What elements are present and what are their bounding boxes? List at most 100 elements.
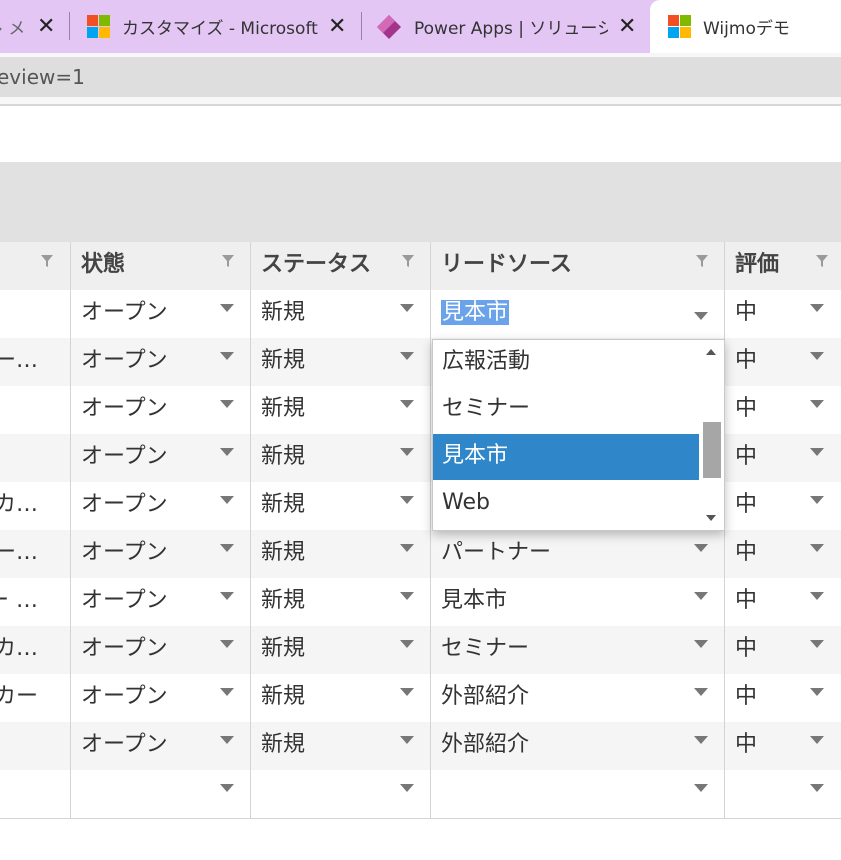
dropdown-arrow-icon[interactable] — [400, 688, 414, 696]
table-row[interactable]: ー … オープン 新規 見本市 中 — [0, 578, 841, 627]
dropdown-arrow-icon[interactable] — [220, 448, 234, 456]
cell-state[interactable]: オープン — [71, 530, 251, 578]
filter-icon[interactable] — [40, 254, 54, 268]
cell-status[interactable]: 新規 — [251, 338, 431, 386]
cell-status[interactable] — [251, 770, 431, 818]
dropdown-arrow-icon[interactable] — [400, 304, 414, 312]
cell-status[interactable]: 新規 — [251, 530, 431, 578]
dropdown-arrow-icon[interactable] — [220, 592, 234, 600]
dropdown-arrow-icon[interactable] — [220, 304, 234, 312]
dropdown-arrow-icon[interactable] — [220, 496, 234, 504]
cell-name[interactable] — [0, 434, 71, 482]
cell-name[interactable]: ーカ… — [0, 626, 71, 674]
table-row[interactable]: オープン 新規 外部紹介 中 — [0, 722, 841, 771]
browser-tab-1[interactable]: › メ ✕ — [0, 0, 68, 53]
cell-state[interactable]: オープン — [71, 674, 251, 722]
cell-name[interactable]: ーカ… — [0, 482, 71, 530]
dropdown-arrow-icon[interactable] — [810, 496, 824, 504]
dropdown-arrow-icon[interactable] — [694, 688, 708, 696]
dropdown-arrow-icon[interactable] — [810, 544, 824, 552]
filter-icon[interactable] — [815, 254, 829, 268]
dropdown-arrow-icon[interactable] — [810, 448, 824, 456]
cell-name[interactable]: ー… — [0, 338, 71, 386]
filter-icon[interactable] — [401, 254, 415, 268]
dropdown-arrow-icon[interactable] — [400, 448, 414, 456]
close-icon[interactable]: ✕ — [37, 14, 55, 39]
cell-status[interactable]: 新規 — [251, 722, 431, 770]
column-header-lead-source[interactable]: リードソース — [431, 242, 725, 290]
dropdown-arrow-icon[interactable] — [400, 784, 414, 792]
dropdown-arrow-icon[interactable] — [220, 736, 234, 744]
dropdown-arrow-icon[interactable] — [694, 592, 708, 600]
filter-icon[interactable] — [221, 254, 235, 268]
dropdown-arrow-icon[interactable] — [694, 312, 708, 320]
close-icon[interactable]: ✕ — [328, 14, 346, 39]
cell-rating[interactable]: 中 — [725, 722, 841, 770]
scroll-down-arrow-icon[interactable] — [706, 515, 716, 521]
cell-state[interactable]: オープン — [71, 338, 251, 386]
dropdown-arrow-icon[interactable] — [400, 736, 414, 744]
dropdown-option[interactable]: 見本市 — [433, 434, 699, 480]
cell-state[interactable]: オープン — [71, 290, 251, 338]
cell-name[interactable] — [0, 386, 71, 434]
cell-lead-source[interactable]: 見本市 — [431, 578, 725, 626]
cell-state[interactable]: オープン — [71, 434, 251, 482]
cell-state[interactable]: オープン — [71, 626, 251, 674]
cell-lead-source[interactable]: 外部紹介 — [431, 722, 725, 770]
dropdown-arrow-icon[interactable] — [220, 688, 234, 696]
table-row[interactable]: カー オープン 新規 外部紹介 中 — [0, 674, 841, 723]
cell-state[interactable]: オープン — [71, 386, 251, 434]
dropdown-arrow-icon[interactable] — [810, 352, 824, 360]
browser-tab-2[interactable]: カスタマイズ - Microsoft Dy ✕ — [72, 0, 360, 53]
column-header-status[interactable]: ステータス — [251, 242, 431, 290]
cell-status[interactable]: 新規 — [251, 482, 431, 530]
dropdown-scrollbar[interactable] — [700, 340, 724, 530]
address-bar[interactable]: eview=1 — [0, 57, 841, 97]
dropdown-arrow-icon[interactable] — [400, 592, 414, 600]
cell-status[interactable]: 新規 — [251, 626, 431, 674]
dropdown-arrow-icon[interactable] — [400, 352, 414, 360]
cell-status[interactable]: 新規 — [251, 386, 431, 434]
scrollbar-thumb[interactable] — [703, 422, 721, 478]
cell-name[interactable] — [0, 770, 71, 818]
cell-lead-source[interactable]: 外部紹介 — [431, 674, 725, 722]
dropdown-arrow-icon[interactable] — [810, 736, 824, 744]
close-icon[interactable]: ✕ — [618, 14, 636, 39]
dropdown-arrow-icon[interactable] — [400, 640, 414, 648]
cell-status[interactable]: 新規 — [251, 674, 431, 722]
dropdown-option[interactable]: セミナー — [433, 387, 699, 433]
dropdown-arrow-icon[interactable] — [220, 544, 234, 552]
table-row[interactable]: ーカ… オープン 新規 セミナー 中 — [0, 626, 841, 675]
cell-rating[interactable]: 中 — [725, 626, 841, 674]
cell-rating[interactable]: 中 — [725, 482, 841, 530]
table-row[interactable]: オープン 新規 見本市 中 — [0, 290, 841, 339]
cell-rating[interactable]: 中 — [725, 434, 841, 482]
cell-rating[interactable]: 中 — [725, 290, 841, 338]
filter-icon[interactable] — [695, 254, 709, 268]
dropdown-arrow-icon[interactable] — [810, 592, 824, 600]
dropdown-arrow-icon[interactable] — [694, 784, 708, 792]
cell-state[interactable]: オープン — [71, 722, 251, 770]
dropdown-arrow-icon[interactable] — [220, 352, 234, 360]
column-header-rating[interactable]: 評価 — [725, 242, 841, 290]
column-header-state[interactable]: 状態 — [71, 242, 251, 290]
dropdown-arrow-icon[interactable] — [810, 688, 824, 696]
table-row[interactable] — [0, 770, 841, 819]
cell-status[interactable]: 新規 — [251, 290, 431, 338]
cell-name[interactable] — [0, 290, 71, 338]
cell-lead-source[interactable]: セミナー — [431, 626, 725, 674]
table-row[interactable]: メー… オープン 新規 パートナー 中 — [0, 530, 841, 579]
dropdown-arrow-icon[interactable] — [810, 784, 824, 792]
cell-rating[interactable]: 中 — [725, 674, 841, 722]
cell-rating[interactable]: 中 — [725, 386, 841, 434]
column-header[interactable] — [0, 242, 71, 290]
scroll-up-arrow-icon[interactable] — [706, 349, 716, 355]
dropdown-arrow-icon[interactable] — [694, 736, 708, 744]
dropdown-arrow-icon[interactable] — [694, 640, 708, 648]
cell-name[interactable]: ー … — [0, 578, 71, 626]
cell-lead-source[interactable]: 見本市 — [431, 290, 725, 338]
dropdown-arrow-icon[interactable] — [220, 784, 234, 792]
cell-name[interactable] — [0, 722, 71, 770]
cell-rating[interactable]: 中 — [725, 578, 841, 626]
cell-state[interactable]: オープン — [71, 578, 251, 626]
